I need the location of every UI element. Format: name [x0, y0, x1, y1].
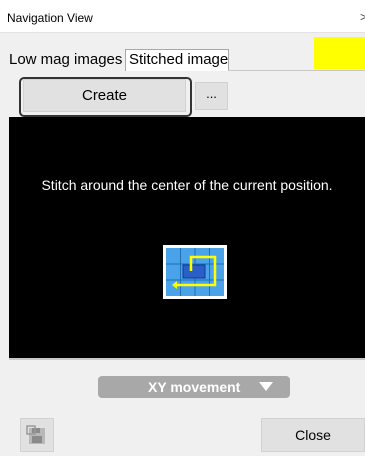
stitch-instruction-text: Stitch around the center of the current … [41, 177, 333, 193]
triangle-down-icon [259, 382, 273, 391]
window-close-button[interactable]: > [360, 10, 365, 24]
stitch-around-center-icon [163, 245, 227, 299]
status-indicator [314, 37, 365, 69]
stitch-preview-panel: Stitch around the center of the current … [9, 117, 365, 358]
save-stitch-icon [26, 425, 45, 444]
save-stitch-button[interactable] [20, 418, 54, 452]
title-bar: Navigation View > [0, 0, 365, 33]
tab-stitched-image[interactable]: Stitched image [125, 49, 229, 71]
more-options-button[interactable]: ... [195, 82, 228, 110]
panel-bottom-border [9, 358, 365, 360]
close-button[interactable]: Close [261, 418, 365, 452]
create-button[interactable]: Create [23, 79, 186, 112]
tab-low-mag-images[interactable]: Low mag images [6, 49, 122, 71]
tab-divider [228, 70, 365, 71]
movement-mode-dropdown[interactable]: XY movement [98, 376, 290, 398]
window-title: Navigation View [7, 11, 93, 25]
movement-mode-label: XY movement [148, 379, 241, 395]
